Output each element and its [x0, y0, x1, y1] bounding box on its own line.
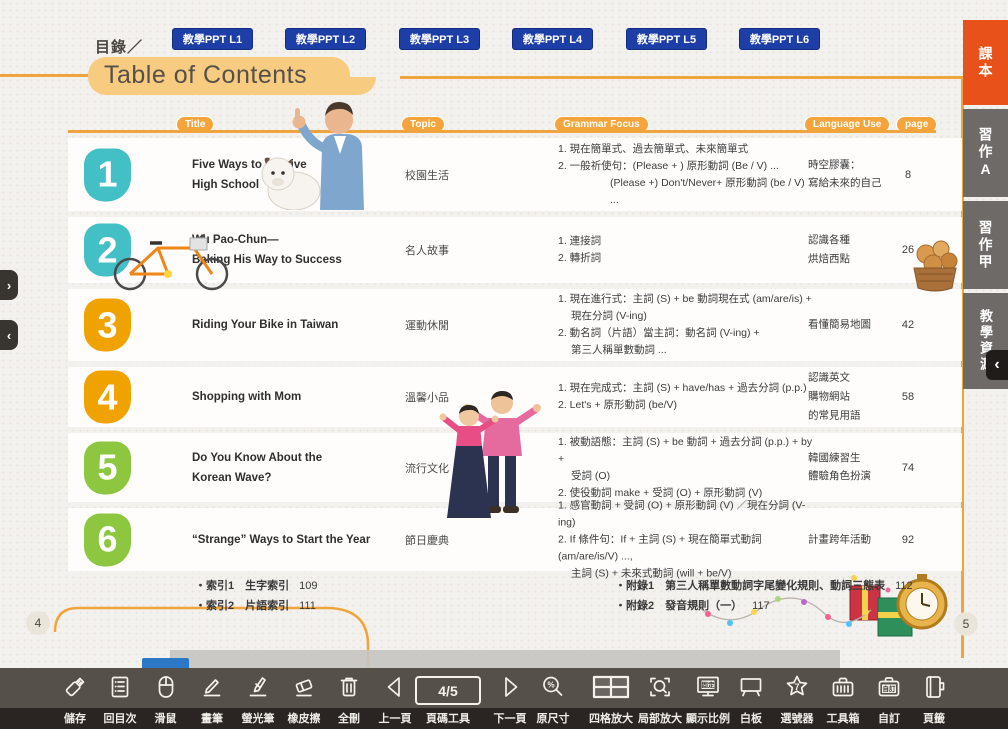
photo-student-with-dog [242, 96, 404, 210]
tool-number-picker[interactable]: 7 選號器 [774, 668, 820, 729]
unit-grammar: 1. 感官動詞 + 受詞 (O) + 原形動詞 (V) ／現在分詞 (V-ing… [558, 497, 813, 582]
sidebar-collapse-arrow[interactable]: ‹ [986, 350, 1008, 380]
header-underline [68, 130, 936, 133]
photo-bicycle [106, 224, 238, 292]
unit-page: 42 [883, 319, 933, 331]
index-entry: ・索引1 生字索引109 [195, 577, 317, 593]
whiteboard-icon [738, 674, 764, 700]
unit-number-badge: 5 [84, 441, 131, 494]
tab-workbook-a[interactable]: 習作A [963, 109, 1008, 197]
tool-page-tab[interactable]: 頁籤 [911, 668, 957, 729]
ppt-button-l3[interactable]: 教學PPT L3 [399, 28, 480, 50]
tool-pen[interactable]: 畫筆 [189, 668, 235, 729]
unit-title: Riding Your Bike in Taiwan [192, 315, 407, 335]
appendix-entry: ・附錄2 發音規則（一）117 [615, 597, 770, 613]
unit-title: Do You Know About theKorean Wave? [192, 447, 407, 487]
unit-number-badge: 1 [84, 148, 131, 201]
unit-page: 74 [883, 462, 933, 474]
tool-delete-all[interactable]: 全刪 [326, 668, 372, 729]
page-number-right: 5 [954, 612, 978, 636]
unit-page: 58 [883, 391, 933, 403]
appendix-entry: ・附錄1 第三人稱單數動詞字尾變化規則、動詞三態表112 [615, 577, 913, 593]
ppt-button-l1[interactable]: 教學PPT L1 [172, 28, 253, 50]
svg-text:固定: 固定 [702, 680, 716, 689]
photo-bread-basket [908, 234, 962, 294]
page-indicator: 4/5 [415, 676, 481, 705]
tool-region-zoom[interactable]: 局部放大 [635, 668, 685, 729]
ppt-button-l5[interactable]: 教學PPT L5 [626, 28, 707, 50]
tool-next-page[interactable]: 下一頁 [486, 668, 534, 729]
left-panel-close-arrow[interactable]: ‹ [0, 320, 18, 350]
tab-textbook[interactable]: 課本 [963, 20, 1008, 105]
unit-page: 92 [883, 534, 933, 546]
unit-topic: 節日慶典 [405, 532, 515, 548]
svg-text:%: % [547, 681, 554, 690]
ebook-viewer: 教學PPT L1 教學PPT L2 教學PPT L3 教學PPT L4 教學PP… [0, 0, 1008, 729]
unit-grammar: 1. 現在完成式：主詞 (S) + have/has + 過去分詞 (p.p.)… [558, 380, 813, 414]
toolbox-icon [830, 674, 856, 700]
horizontal-scrollbar[interactable] [170, 650, 840, 670]
next-page-icon [497, 674, 523, 700]
banner-left-line [0, 74, 88, 77]
zoom-percent-icon: % [540, 674, 566, 700]
unit-topic: 名人故事 [405, 242, 515, 258]
unit-grammar: 1. 現在簡單式、過去簡單式、未來簡單式2. 一般祈使句：(Please + )… [558, 141, 813, 209]
ppt-button-l4[interactable]: 教學PPT L4 [512, 28, 593, 50]
tool-save[interactable]: 儲存 [52, 668, 98, 729]
tool-whiteboard[interactable]: 白板 [728, 668, 774, 729]
tab-workbook-jia[interactable]: 習作甲 [963, 201, 1008, 289]
tool-display-ratio[interactable]: 固定 顯示比例 [683, 668, 733, 729]
trash-icon [336, 674, 362, 700]
unit-grammar: 1. 現在進行式：主詞 (S) + be 動詞現在式 (am/are/is) +… [558, 291, 813, 359]
custom-toolbox-icon: 自訂 [876, 674, 902, 700]
fixed-ratio-icon: 固定 [695, 674, 721, 700]
unit-title: “Strange” Ways to Start the Year [192, 529, 407, 549]
tool-page-indicator[interactable]: 4/5 頁碼工具 [413, 668, 483, 729]
ppt-button-l2[interactable]: 教學PPT L2 [285, 28, 366, 50]
prev-page-icon [382, 674, 408, 700]
svg-text:自訂: 自訂 [883, 684, 897, 693]
page-title: Table of Contents [104, 61, 307, 90]
usb-save-icon [62, 674, 88, 700]
frame-top-line [400, 76, 962, 79]
photo-hanbok-couple [424, 388, 548, 522]
page-tab-icon [921, 674, 947, 700]
eraser-icon [291, 674, 317, 700]
left-panel-open-arrow[interactable]: › [0, 270, 18, 300]
unit-topic: 運動休閒 [405, 317, 515, 333]
tool-four-pane-zoom[interactable]: 四格放大 [581, 668, 641, 729]
unit-title: Shopping with Mom [192, 387, 407, 407]
unit-grammar: 1. 連接詞2. 轉折詞 [558, 233, 813, 267]
tool-back-to-toc[interactable]: 回目次 [97, 668, 143, 729]
unit-page: 8 [883, 169, 933, 181]
toc-list-icon [107, 674, 133, 700]
region-zoom-icon [647, 674, 673, 700]
tool-original-size[interactable]: % 原尺寸 [530, 668, 576, 729]
unit-number-badge: 6 [84, 513, 131, 566]
tool-highlighter[interactable]: 螢光筆 [235, 668, 281, 729]
highlighter-icon [245, 674, 271, 700]
toolbar: 儲存 回目次 滑鼠 畫筆 螢光筆 [0, 668, 1008, 729]
star-number-icon: 7 [784, 674, 810, 700]
index-entry: ・索引2 片語索引111 [195, 597, 316, 613]
ppt-button-l6[interactable]: 教學PPT L6 [739, 28, 820, 50]
unit-topic: 校園生活 [405, 167, 515, 183]
unit-number-badge: 3 [84, 299, 131, 352]
four-grid-icon [591, 674, 631, 700]
mouse-icon [153, 674, 179, 700]
tool-mouse[interactable]: 滑鼠 [142, 668, 189, 729]
toc-row-unit3[interactable]: 3 Riding Your Bike in Taiwan 運動休閒 1. 現在進… [68, 289, 962, 361]
toc-row-unit1[interactable]: 1 Five Ways to SurviveHigh School 校園生活 1… [68, 138, 962, 211]
page-number-left: 4 [26, 611, 50, 635]
catalog-label: 目錄／ [95, 36, 143, 57]
unit-number-badge: 4 [84, 371, 131, 424]
unit-grammar: 1. 被動語態：主詞 (S) + be 動詞 + 過去分詞 (p.p.) + b… [558, 434, 813, 502]
svg-text:7: 7 [794, 682, 799, 692]
pencil-icon [199, 674, 225, 700]
tool-toolbox[interactable]: 工具箱 [820, 668, 866, 729]
tool-eraser[interactable]: 橡皮擦 [281, 668, 327, 729]
tool-custom[interactable]: 自訂 自訂 [866, 668, 912, 729]
